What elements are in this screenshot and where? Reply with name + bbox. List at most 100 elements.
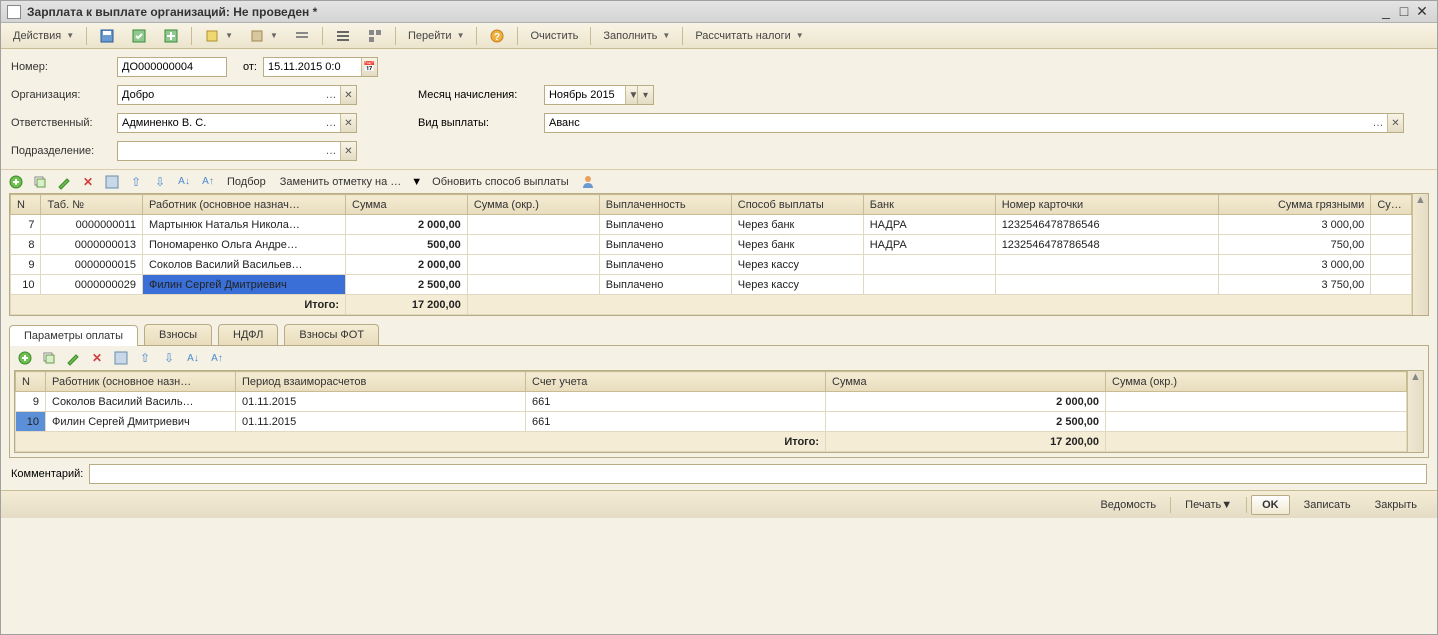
table-row[interactable]: 10Филин Сергей Дмитриевич01.11.20156612 … [16,412,1407,432]
col-worker[interactable]: Работник (основное назн… [46,372,236,392]
person-icon[interactable] [579,173,597,191]
edit-row-button[interactable] [55,173,73,191]
calc-taxes-menu[interactable]: Рассчитать налоги▼ [689,26,809,46]
table-row[interactable]: 70000000011Мартынюк Наталья Никола…2 000… [11,215,1412,235]
number-input[interactable]: ДО000000004 [117,57,227,77]
params-grid[interactable]: N Работник (основное назн… Период взаимо… [15,371,1407,452]
delete-row-button[interactable]: ✕ [79,173,97,191]
fill-menu[interactable]: Заполнить▼ [597,26,676,46]
payment-type-label: Вид выплаты: [418,117,538,129]
col-n[interactable]: N [16,372,46,392]
spin-icon[interactable]: ▾ [637,86,653,104]
col-method[interactable]: Способ выплаты [731,195,863,215]
col-n[interactable]: N [11,195,41,215]
col-period[interactable]: Период взаиморасчетов [236,372,526,392]
table-row[interactable]: 100000000029Филин Сергей Дмитриевич2 500… [11,275,1412,295]
col-worker[interactable]: Работник (основное назнач… [142,195,345,215]
move-down-button[interactable]: ⇩ [160,349,178,367]
select-icon[interactable]: … [322,145,340,157]
table-row[interactable]: 80000000013Пономаренко Ольга Андре…500,0… [11,235,1412,255]
select-icon[interactable]: … [322,117,340,129]
selection-button[interactable]: Подбор [223,176,270,188]
save-row-button[interactable] [103,173,121,191]
tab-bar: Параметры оплаты Взносы НДФЛ Взносы ФОТ [9,324,1429,345]
employees-grid[interactable]: N Таб. № Работник (основное назнач… Сумм… [10,194,1412,315]
comment-input[interactable] [89,464,1427,484]
clear-icon[interactable]: ✕ [1387,114,1403,132]
help-button[interactable]: ? [483,26,511,46]
movements-button[interactable] [288,26,316,46]
tab-payment-params[interactable]: Параметры оплаты [9,325,138,346]
clear-icon[interactable]: ✕ [340,114,356,132]
edit-row-button[interactable] [64,349,82,367]
date-input[interactable]: 15.11.2015 0:0📅 [263,57,378,77]
organization-input[interactable]: Добро…✕ [117,85,357,105]
post-icon-button[interactable] [125,26,153,46]
col-paid[interactable]: Выплаченность [599,195,731,215]
structure-button[interactable]: ▼ [243,26,284,46]
close-form-button[interactable]: Закрыть [1365,496,1427,514]
table-row[interactable]: 90000000015Соколов Василий Васильев…2 00… [11,255,1412,275]
clear-icon[interactable]: ✕ [340,86,356,104]
print-button[interactable]: Печать▼ [1175,496,1242,514]
col-tab[interactable]: Таб. № [41,195,143,215]
table-row[interactable]: 9Соколов Василий Василь…01.11.20156612 0… [16,392,1407,412]
copy-row-button[interactable] [31,173,49,191]
save-icon-button[interactable] [93,26,121,46]
copy-row-button[interactable] [40,349,58,367]
sort-asc-button[interactable]: A↓ [184,349,202,367]
tab-contributions[interactable]: Взносы [144,324,212,345]
vertical-scrollbar[interactable]: ▲ [1412,194,1428,315]
calendar-icon[interactable]: 📅 [361,58,377,76]
totals-label: Итого: [11,295,346,315]
tree-button[interactable] [361,26,389,46]
repost-icon-button[interactable] [157,26,185,46]
tab-fot[interactable]: Взносы ФОТ [284,324,379,345]
sort-asc-button[interactable]: A↓ [175,173,193,191]
update-method-button[interactable]: Обновить способ выплаты [428,176,572,188]
col-sum-okr[interactable]: Сумма (окр.) [1106,372,1407,392]
col-account[interactable]: Счет учета [526,372,826,392]
statement-button[interactable]: Ведомость [1090,496,1166,514]
vertical-scrollbar[interactable]: ▲ [1407,371,1423,452]
comment-row: Комментарий: [1,458,1437,490]
col-sum-okr[interactable]: Сумма (окр.) [467,195,599,215]
list-button[interactable] [329,26,357,46]
sort-desc-button[interactable]: A↑ [208,349,226,367]
clear-icon[interactable]: ✕ [340,142,356,160]
save-button[interactable]: Записать [1294,496,1361,514]
tab-ndfl[interactable]: НДФЛ [218,324,278,345]
delete-row-button[interactable]: ✕ [88,349,106,367]
move-down-button[interactable]: ⇩ [151,173,169,191]
select-icon[interactable]: … [1369,117,1387,129]
col-su[interactable]: Су… [1371,195,1412,215]
replace-mark-button[interactable]: Заменить отметку на … [276,176,406,188]
app-window: Зарплата к выплате организаций: Не прове… [0,0,1438,635]
col-sum[interactable]: Сумма [826,372,1106,392]
sort-desc-button[interactable]: A↑ [199,173,217,191]
responsible-input[interactable]: Админенко В. С.…✕ [117,113,357,133]
actions-menu[interactable]: Действия▼ [7,26,80,46]
clear-button[interactable]: Очистить [524,26,584,46]
col-card[interactable]: Номер карточки [995,195,1218,215]
move-up-button[interactable]: ⇧ [136,349,154,367]
department-input[interactable]: …✕ [117,141,357,161]
goto-menu[interactable]: Перейти▼ [402,26,471,46]
add-row-button[interactable] [16,349,34,367]
ok-button[interactable]: OK [1251,495,1290,515]
month-input[interactable]: Ноябрь 2015▼▾ [544,85,654,105]
col-bank[interactable]: Банк [863,195,995,215]
col-gross[interactable]: Сумма грязными [1219,195,1371,215]
payment-type-input[interactable]: Аванс…✕ [544,113,1404,133]
move-up-button[interactable]: ⇧ [127,173,145,191]
maximize-button[interactable]: □ [1395,4,1413,20]
select-icon[interactable]: … [322,89,340,101]
col-sum[interactable]: Сумма [346,195,468,215]
minimize-button[interactable]: _ [1377,4,1395,20]
add-row-button[interactable] [7,173,25,191]
based-on-button[interactable]: ▼ [198,26,239,46]
comment-label: Комментарий: [11,468,83,480]
close-button[interactable]: ✕ [1413,4,1431,20]
save-row-button[interactable] [112,349,130,367]
footer: Ведомость Печать▼ OK Записать Закрыть [1,490,1437,518]
